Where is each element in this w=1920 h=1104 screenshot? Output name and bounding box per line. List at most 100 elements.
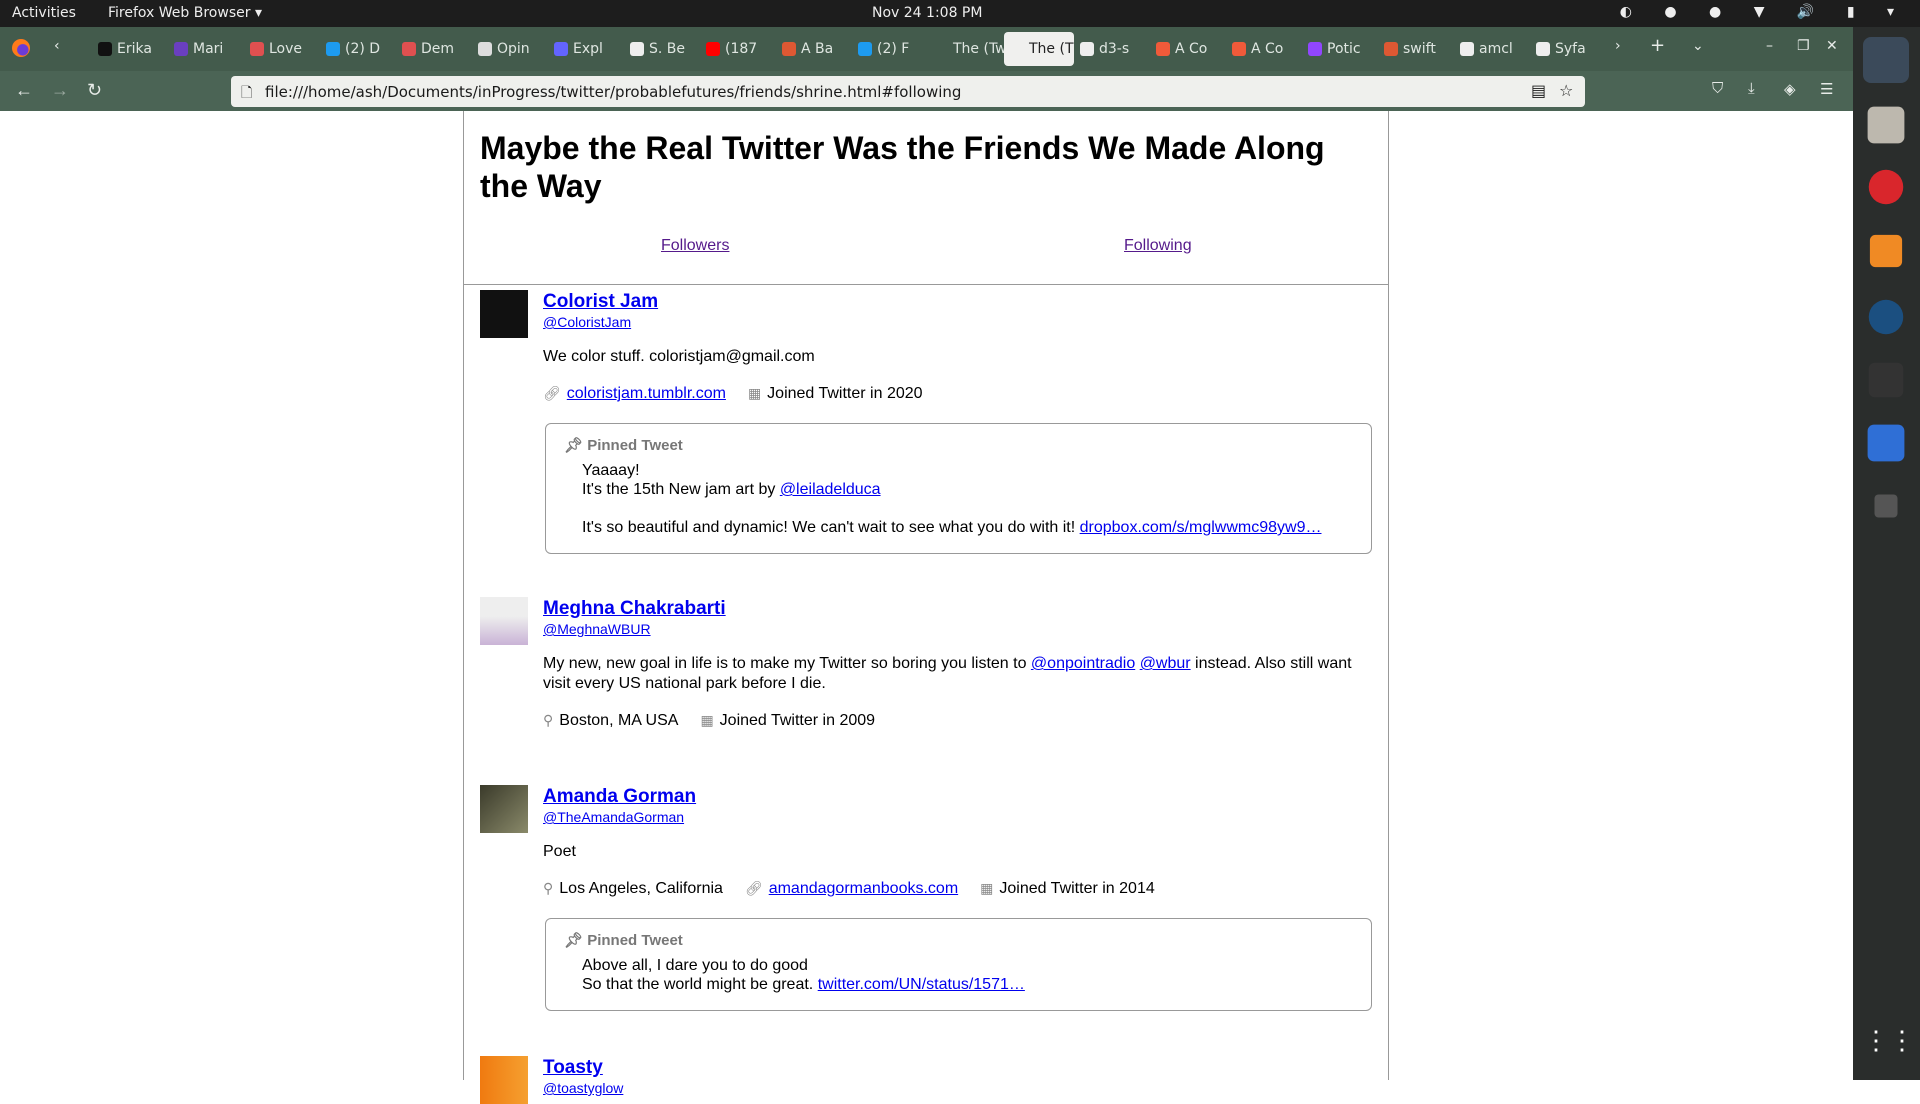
tweet-url-link[interactable]: dropbox.com/s/mglwwmc98yw9… [1080, 519, 1322, 536]
tab-favicon-icon [858, 42, 872, 56]
browser-tab[interactable]: The (T✕ [1004, 32, 1074, 66]
forward-button[interactable]: → [51, 80, 69, 101]
tab-title: (2) D [345, 41, 381, 57]
website-link[interactable]: amandagormanbooks.com [769, 880, 958, 897]
tab-favicon-icon [782, 42, 796, 56]
menu-icon[interactable]: ☰ [1820, 80, 1833, 98]
user-handle-link[interactable]: @TheAmandaGorman [543, 808, 1372, 826]
user-name-link[interactable]: Colorist Jam [543, 291, 658, 313]
reader-view-icon[interactable]: ▤ [1531, 81, 1546, 100]
tweet-url-link[interactable]: twitter.com/UN/status/1571… [818, 976, 1025, 993]
location-icon: ⚲ [543, 880, 554, 896]
avatar[interactable] [480, 785, 528, 833]
mention-link[interactable]: @leiladelduca [780, 481, 881, 498]
browser-tab[interactable]: Erika [92, 32, 168, 66]
url-bar[interactable]: 🗋 file:///home/ash/Documents/inProgress/… [231, 76, 1585, 107]
bookmark-star-icon[interactable]: ☆ [1559, 81, 1573, 100]
mention-link[interactable]: @wbur [1140, 655, 1191, 672]
user-handle-link[interactable]: @ColoristJam [543, 313, 1372, 331]
pocket-icon[interactable]: ⛉ [1712, 80, 1723, 97]
reload-button[interactable]: ↻ [87, 80, 102, 101]
tab-title: swift [1403, 41, 1436, 57]
firefox-icon[interactable] [12, 39, 30, 57]
user-handle-link[interactable]: @MeghnaWBUR [543, 620, 1372, 638]
browser-tab[interactable]: (187 [700, 32, 776, 66]
browser-tab[interactable]: Opin [472, 32, 548, 66]
activities-button[interactable]: Activities [12, 5, 76, 21]
browser-tab[interactable]: Syfa [1530, 32, 1606, 66]
usb-drive-dock-icon[interactable] [1874, 494, 1898, 518]
browser-tab[interactable]: Dem [396, 32, 472, 66]
list-item: Meghna Chakrabarti @MeghnaWBUR My new, n… [464, 592, 1388, 730]
sublime-dock-icon[interactable] [1869, 234, 1903, 268]
user-name-link[interactable]: Amanda Gorman [543, 786, 696, 808]
terminal-dock-icon[interactable] [1868, 362, 1904, 398]
tab-favicon-icon [402, 42, 416, 56]
browser-tab[interactable]: S. Be [624, 32, 700, 66]
browser-tab[interactable]: amcl [1454, 32, 1530, 66]
pinned-tweet: 📌︎ Pinned Tweet Yaaaay! It's the 15th Ne… [545, 423, 1372, 554]
x-app-dock-icon[interactable] [1867, 424, 1905, 462]
dock: ⋮⋮⋮ [1853, 27, 1920, 1080]
page-icon: 🗋 [241, 85, 253, 101]
close-window-button[interactable]: ✕ [1826, 38, 1838, 54]
tab-title: Potic [1327, 41, 1361, 57]
tab-favicon-icon [934, 42, 948, 56]
download-icon[interactable]: ⤓ [1748, 80, 1755, 97]
app-grid-icon[interactable]: ⋮⋮⋮ [1863, 1025, 1920, 1071]
tab-followers[interactable]: Followers [661, 237, 729, 255]
minimize-button[interactable]: – [1766, 38, 1773, 54]
mention-link[interactable]: @onpointradio [1031, 655, 1135, 672]
browser-tab[interactable]: A Ba [776, 32, 852, 66]
files-dock-icon[interactable] [1867, 106, 1905, 144]
user-name-link[interactable]: Meghna Chakrabarti [543, 598, 726, 620]
browser-tab[interactable]: A Co [1226, 32, 1302, 66]
new-tab-button[interactable]: + [1650, 35, 1665, 56]
browser-tab[interactable]: swift [1378, 32, 1454, 66]
tab-title: Erika [117, 41, 152, 57]
browser-tab[interactable]: d3-s [1074, 32, 1150, 66]
bio: Poet [543, 843, 576, 860]
tab-title: A Ba [801, 41, 834, 57]
strawberry-dock-icon[interactable] [1868, 169, 1904, 205]
app-menu[interactable]: Firefox Web Browser ▾ [108, 5, 262, 21]
browser-tab[interactable]: (2) D [320, 32, 396, 66]
calendar-icon: ▦ [700, 712, 714, 728]
tab-title: S. Be [649, 41, 686, 57]
browser-tab[interactable]: A Co [1150, 32, 1226, 66]
tab-favicon-icon [250, 42, 264, 56]
firefox-dock-icon[interactable] [1863, 37, 1909, 83]
extension-icon[interactable]: ◈ [1784, 80, 1796, 98]
avatar[interactable] [480, 1056, 528, 1104]
browser-tab[interactable]: The (Tw [928, 32, 1004, 66]
steam-dock-icon[interactable] [1868, 299, 1904, 335]
browser-tab[interactable]: (2) F [852, 32, 928, 66]
tab-scroll-right-icon[interactable]: › [1615, 38, 1621, 54]
browser-tab[interactable]: Potic [1302, 32, 1378, 66]
avatar[interactable] [480, 597, 528, 645]
list-tabs-icon[interactable]: ⌄ [1692, 38, 1704, 54]
browser-tab[interactable]: Love [244, 32, 320, 66]
tweet-text: It's so beautiful and dynamic! We can't … [582, 519, 1080, 536]
system-top-bar: Activities Firefox Web Browser ▾ Nov 24 … [0, 0, 1920, 27]
tab-following[interactable]: Following [1124, 237, 1192, 255]
user-name-link[interactable]: Toasty [543, 1057, 603, 1079]
tab-favicon-icon [1080, 42, 1094, 56]
calendar-icon: ▦ [980, 880, 994, 896]
calendar-icon: ▦ [747, 385, 762, 401]
browser-tab[interactable]: Mari [168, 32, 244, 66]
back-button[interactable]: ← [15, 80, 33, 101]
restore-button[interactable]: ❐ [1797, 38, 1810, 54]
location: Boston, MA USA [559, 712, 679, 729]
system-tray[interactable]: ◐ ● ● ▼ 🔊 ▮ ▾ [1620, 4, 1908, 20]
user-handle-link[interactable]: @toastyglow [543, 1079, 1372, 1097]
browser-tab[interactable]: Expl [548, 32, 624, 66]
page-tabs: Followers Following [464, 205, 1388, 285]
clock[interactable]: Nov 24 1:08 PM [872, 5, 982, 21]
list-item: Amanda Gorman @TheAmandaGorman Poet ⚲ Los… [464, 780, 1388, 1011]
pinned-label: Pinned Tweet [587, 932, 683, 949]
avatar[interactable] [480, 290, 528, 338]
tab-favicon-icon [1384, 42, 1398, 56]
website-link[interactable]: coloristjam.tumblr.com [567, 385, 726, 402]
tab-scroll-left-icon[interactable]: ‹ [54, 38, 60, 54]
